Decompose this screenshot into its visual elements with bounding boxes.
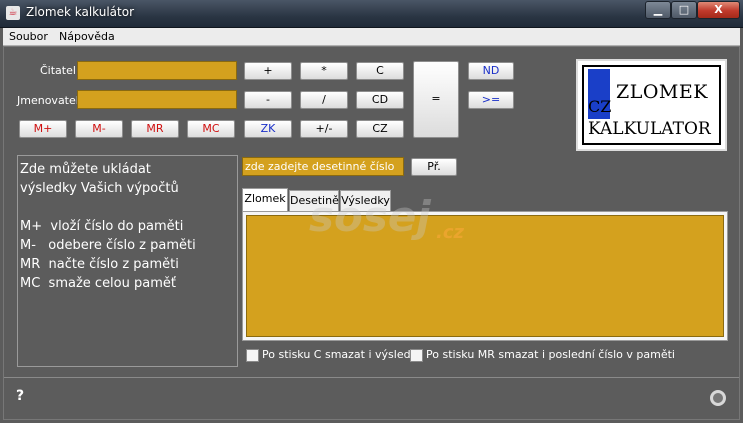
numerator-label: Čitatel	[40, 64, 76, 77]
main-content: Čitatel Jmenovatel M+ M- MR MC + * C - /…	[3, 46, 740, 420]
nd-button[interactable]: ND	[468, 62, 514, 80]
memory-clear-button[interactable]: MC	[187, 120, 235, 138]
tab-vysledky[interactable]: Výsledky	[340, 190, 391, 211]
clear-on-mr-checkbox[interactable]	[410, 349, 423, 362]
maximize-button[interactable]: □	[671, 1, 697, 19]
title-bar: ☕ Zlomek kalkulátor ▁ □ X	[0, 0, 743, 28]
app-logo: CZ ZLOMEK KALKULATOR	[576, 59, 727, 151]
menu-soubor[interactable]: Soubor	[9, 30, 48, 43]
cd-button[interactable]: CD	[356, 91, 404, 109]
window-title: Zlomek kalkulátor	[26, 5, 135, 19]
memory-recall-button[interactable]: MR	[131, 120, 179, 138]
clear-on-mr-label: Po stisku MR smazat i poslední číslo v p…	[426, 348, 675, 361]
minus-button[interactable]: -	[244, 91, 292, 109]
logo-cz-text: CZ	[588, 97, 612, 116]
equals-button[interactable]: =	[413, 61, 459, 138]
memory-help-panel: Zde můžete ukládat výsledky Vašich výpoč…	[17, 155, 238, 367]
app-window: ☕ Zlomek kalkulátor ▁ □ X Soubor Nápověd…	[0, 0, 743, 423]
java-app-icon: ☕	[6, 6, 20, 20]
busy-indicator-icon	[710, 390, 726, 406]
menu-bar: Soubor Nápověda	[3, 28, 740, 46]
convert-button[interactable]: Př.	[411, 158, 457, 176]
help-icon[interactable]: ?	[16, 388, 24, 404]
status-bar: ?	[4, 377, 739, 419]
denominator-input[interactable]	[77, 90, 237, 109]
divide-button[interactable]: /	[300, 91, 348, 109]
plus-button[interactable]: +	[244, 62, 292, 80]
memory-subtract-button[interactable]: M-	[75, 120, 123, 138]
close-button[interactable]: X	[697, 1, 740, 19]
result-text-area[interactable]	[246, 215, 724, 337]
decimal-input[interactable]: zde zadejte desetinné číslo	[242, 157, 404, 176]
logo-frame: CZ ZLOMEK KALKULATOR	[582, 65, 721, 145]
logo-title-line1: ZLOMEK	[616, 81, 708, 103]
zk-button[interactable]: ZK	[244, 120, 292, 138]
numerator-input[interactable]	[77, 61, 237, 80]
tab-panel	[242, 211, 728, 341]
minimize-button[interactable]: ▁	[645, 1, 671, 19]
gte-button[interactable]: >=	[468, 91, 514, 109]
tab-zlomek[interactable]: Zlomek	[242, 188, 288, 211]
tab-desetine[interactable]: Desetině	[289, 190, 339, 211]
plus-minus-button[interactable]: +/-	[300, 120, 348, 138]
menu-napoveda[interactable]: Nápověda	[59, 30, 115, 43]
cz-button[interactable]: CZ	[356, 120, 404, 138]
denominator-label: Jmenovatel	[17, 94, 79, 107]
multiply-button[interactable]: *	[300, 62, 348, 80]
memory-help-text: Zde můžete ukládat výsledky Vašich výpoč…	[20, 162, 196, 291]
logo-title-line2: KALKULATOR	[588, 119, 711, 139]
clear-button[interactable]: C	[356, 62, 404, 80]
memory-add-button[interactable]: M+	[19, 120, 67, 138]
clear-on-c-checkbox[interactable]	[246, 349, 259, 362]
clear-on-c-label: Po stisku C smazat i výsledky	[262, 348, 424, 361]
